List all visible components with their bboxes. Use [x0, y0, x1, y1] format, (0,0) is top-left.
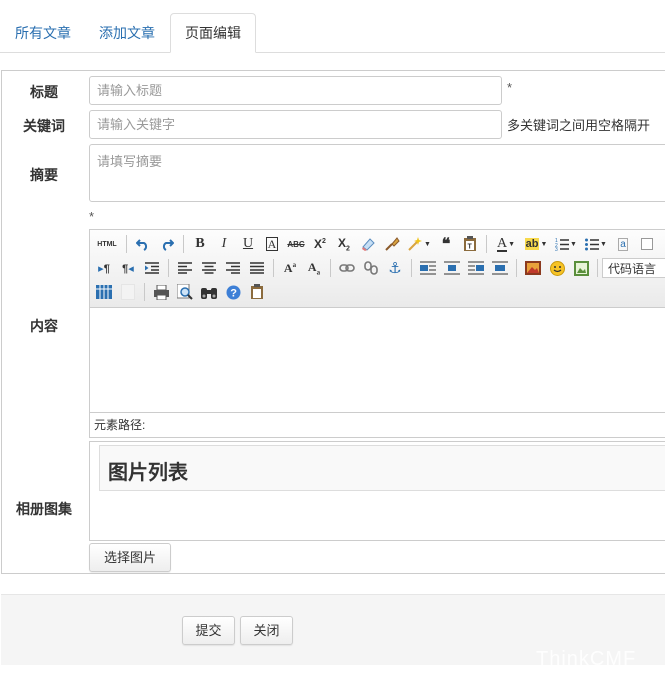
image-left-icon[interactable] — [442, 258, 462, 278]
keywords-input[interactable] — [89, 110, 502, 139]
rtl-icon[interactable]: ¶◂ — [118, 258, 138, 278]
align-left-icon[interactable] — [175, 258, 195, 278]
undo-icon[interactable] — [133, 234, 153, 254]
submit-button[interactable]: 提交 — [182, 616, 235, 645]
align-right-icon[interactable] — [223, 258, 243, 278]
background-color-icon[interactable]: ab ▼ — [523, 234, 549, 254]
keywords-label: 关键词 — [23, 118, 65, 134]
html-source-icon[interactable]: HTML — [94, 234, 120, 254]
to-lowercase-icon[interactable]: Aa — [304, 258, 324, 278]
unordered-list-icon[interactable]: ▼ — [583, 234, 609, 254]
ordered-list-icon[interactable]: 1 2 3 ▼ — [553, 234, 579, 254]
title-input[interactable] — [89, 76, 502, 105]
choose-image-button[interactable]: 选择图片 — [89, 543, 171, 572]
indent-icon[interactable] — [142, 258, 162, 278]
font-color-icon[interactable]: A ▼ — [493, 234, 519, 254]
editor-content-area[interactable] — [90, 307, 665, 413]
auto-typeset-icon[interactable]: ▼ — [406, 234, 432, 254]
title-required-mark: * — [507, 80, 513, 95]
link-icon[interactable] — [337, 258, 357, 278]
album-label: 相册图集 — [16, 501, 72, 517]
emotion-icon[interactable] — [547, 258, 567, 278]
tab-add-article[interactable]: 添加文章 — [85, 14, 169, 52]
search-replace-icon[interactable] — [199, 282, 219, 302]
underline-icon[interactable]: U — [238, 234, 258, 254]
editor-toolbar: HTML B I U A ABC X2 X2 ▼ ❝ T A ▼ ab ▼ 1 2 3 ▼… — [90, 230, 665, 308]
superscript-icon[interactable]: X2 — [310, 234, 330, 254]
summary-label: 摘要 — [30, 167, 58, 183]
content-required-mark: * — [89, 209, 95, 224]
element-path-bar: 元素路径: — [90, 412, 665, 437]
close-button[interactable]: 关闭 — [240, 616, 293, 645]
watermark: ThinkCMF — [536, 648, 637, 670]
print-icon[interactable] — [151, 282, 171, 302]
align-center-icon[interactable] — [199, 258, 219, 278]
album-list-header: 图片列表 — [99, 445, 665, 491]
help-icon[interactable]: ? — [223, 282, 243, 302]
eraser-icon[interactable] — [358, 234, 378, 254]
strikethrough-icon[interactable]: ABC — [286, 234, 306, 254]
insert-table-icon[interactable] — [94, 282, 114, 302]
insert-video-icon[interactable] — [571, 258, 591, 278]
title-label: 标题 — [30, 84, 58, 100]
summary-textarea[interactable] — [89, 144, 665, 202]
rich-text-editor: HTML B I U A ABC X2 X2 ▼ ❝ T A ▼ ab ▼ 1 2 3 ▼… — [89, 229, 665, 438]
font-border-icon[interactable]: A — [262, 234, 282, 254]
italic-icon[interactable]: I — [214, 234, 234, 254]
ltr-icon[interactable]: ▸¶ — [94, 258, 114, 278]
tab-bar: 所有文章 添加文章 页面编辑 — [0, 0, 665, 53]
format-painter-icon[interactable] — [382, 234, 402, 254]
image-none-icon[interactable] — [418, 258, 438, 278]
svg-text:?: ? — [230, 287, 237, 299]
anchor-icon[interactable]: ⚓ — [385, 258, 405, 278]
redo-icon[interactable] — [157, 234, 177, 254]
blank-icon[interactable] — [118, 282, 138, 302]
tab-all-articles[interactable]: 所有文章 — [1, 14, 85, 52]
blockquote-icon[interactable]: ❝ — [436, 234, 456, 254]
unlink-icon[interactable] — [361, 258, 381, 278]
code-language-select[interactable]: 代码语言 — [602, 258, 665, 278]
svg-text:T: T — [468, 244, 473, 251]
image-right-icon[interactable] — [466, 258, 486, 278]
align-justify-icon[interactable] — [247, 258, 267, 278]
subscript-icon[interactable]: X2 — [334, 234, 354, 254]
preview-icon[interactable] — [175, 282, 195, 302]
album-list-title: 图片列表 — [108, 462, 188, 484]
insert-image-icon[interactable] — [523, 258, 543, 278]
svg-text:3: 3 — [555, 247, 558, 251]
tab-page-edit[interactable]: 页面编辑 — [170, 13, 256, 53]
to-uppercase-icon[interactable]: Aa — [280, 258, 300, 278]
content-label: 内容 — [30, 318, 58, 334]
bold-icon[interactable]: B — [190, 234, 210, 254]
paste-plain-icon[interactable]: T — [460, 234, 480, 254]
extra-tool-icon[interactable] — [637, 234, 657, 254]
select-all-icon[interactable]: a — [613, 234, 633, 254]
keywords-hint: 多关键词之间用空格隔开 — [507, 118, 651, 133]
draft-icon[interactable] — [247, 282, 267, 302]
image-center-icon[interactable] — [490, 258, 510, 278]
